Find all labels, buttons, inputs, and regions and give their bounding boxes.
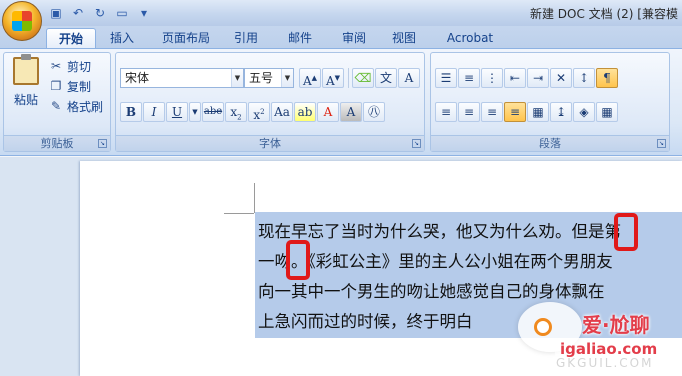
align-right-icon[interactable]: ≡ xyxy=(481,102,503,122)
font-size-combo[interactable]: 五号 ▼ xyxy=(244,68,294,88)
office-button[interactable] xyxy=(2,1,42,41)
sort-icon[interactable]: ↕ xyxy=(573,68,595,88)
chevron-down-icon: ▼ xyxy=(231,69,243,87)
watermark-logo-icon xyxy=(534,318,552,336)
document-line[interactable]: 上急闪而过的时候，终于明白 xyxy=(258,308,473,336)
scissors-icon: ✂ xyxy=(50,59,62,73)
tab-page-layout[interactable]: 页面布局 xyxy=(156,28,216,48)
asian-layout-icon[interactable]: ✕ xyxy=(550,68,572,88)
ribbon: 粘贴 ✂ 剪切 ❐ 复制 ✎ 格式刷 剪贴板 ↘ 宋体 ▼ 五号 ▼ A▲ A▼ xyxy=(0,48,682,156)
clear-format-icon[interactable]: ⌫ xyxy=(352,68,374,88)
increase-indent-icon[interactable]: ⇥ xyxy=(527,68,549,88)
font-group: 宋体 ▼ 五号 ▼ A▲ A▼ ⌫ 文 A B I U ▼ abe x2 x2 … xyxy=(115,52,425,152)
show-marks-icon[interactable]: ¶ xyxy=(596,68,618,88)
title-bar: ▣ ↶ ↻ ▭ ▾ 新建 DOC 文档 (2) [兼容模 xyxy=(0,0,682,26)
tab-acrobat[interactable]: Acrobat xyxy=(440,28,500,48)
copy-icon: ❐ xyxy=(50,79,62,93)
shading-icon[interactable]: ◈ xyxy=(573,102,595,122)
line-spacing-icon[interactable]: ↨ xyxy=(550,102,572,122)
watermark-faint: GKGUIL.COM xyxy=(556,356,654,370)
undo-icon[interactable]: ↶ xyxy=(70,5,86,21)
paragraph-dialog-launcher[interactable]: ↘ xyxy=(657,139,666,148)
italic-icon[interactable]: I xyxy=(143,102,165,122)
red-highlight-box xyxy=(286,240,310,280)
change-case-icon[interactable]: Aa xyxy=(271,102,293,122)
font-extra-tools: ⌫ 文 A xyxy=(352,68,420,88)
customize-qat-icon[interactable]: ▾ xyxy=(136,5,152,21)
font-size-tools: A▲ A▼ xyxy=(299,68,344,88)
shrink-font-icon[interactable]: A▼ xyxy=(322,68,344,88)
tab-home[interactable]: 开始 xyxy=(46,28,96,48)
bold-icon[interactable]: B xyxy=(120,102,142,122)
font-name-combo[interactable]: 宋体 ▼ xyxy=(120,68,244,88)
document-line[interactable]: 现在早忘了当时为什么哭，他又为什么劝。但是第 xyxy=(258,218,621,246)
justify-icon[interactable]: ≡ xyxy=(504,102,526,122)
bullets-icon[interactable]: ☰ xyxy=(435,68,457,88)
chevron-down-icon: ▼ xyxy=(281,69,293,87)
copy-label: 复制 xyxy=(67,79,92,94)
paragraph-group-label: 段落 xyxy=(431,135,669,151)
distribute-icon[interactable]: ▦ xyxy=(527,102,549,122)
enclose-char-icon[interactable]: ㊇ xyxy=(363,102,385,122)
superscript-icon[interactable]: x2 xyxy=(248,102,270,122)
redo-icon[interactable]: ↻ xyxy=(92,5,108,21)
save-icon[interactable]: ▣ xyxy=(48,5,64,21)
char-border-icon[interactable]: A xyxy=(398,68,420,88)
separator xyxy=(348,68,349,88)
page-margin-marker xyxy=(224,213,254,214)
format-painter-button[interactable]: ✎ 格式刷 xyxy=(48,97,103,115)
decrease-indent-icon[interactable]: ⇤ xyxy=(504,68,526,88)
quick-access-toolbar: ▣ ↶ ↻ ▭ ▾ xyxy=(48,4,152,22)
tab-references[interactable]: 引用 xyxy=(228,28,264,48)
grow-font-icon[interactable]: A▲ xyxy=(299,68,321,88)
phonetic-guide-icon[interactable]: 文 xyxy=(375,68,397,88)
subscript-icon[interactable]: x2 xyxy=(225,102,247,122)
window-title: 新建 DOC 文档 (2) [兼容模 xyxy=(529,7,678,21)
numbering-icon[interactable]: ≡ xyxy=(458,68,480,88)
tab-view[interactable]: 视图 xyxy=(386,28,422,48)
strikethrough-icon[interactable]: abe xyxy=(202,102,224,122)
borders-icon[interactable]: ▦ xyxy=(596,102,618,122)
watermark-brand: 爱·尬聊 xyxy=(582,313,650,337)
list-tools: ☰ ≡ ⋮ ⇤ ⇥ ✕ ↕ ¶ xyxy=(435,68,618,88)
font-group-label: 字体 xyxy=(116,135,424,151)
red-highlight-box xyxy=(614,213,638,251)
tab-mailings[interactable]: 邮件 xyxy=(282,28,318,48)
office-logo-icon xyxy=(12,11,32,31)
clipboard-group-label: 剪贴板 xyxy=(4,135,110,151)
tab-insert[interactable]: 插入 xyxy=(104,28,140,48)
brush-icon: ✎ xyxy=(50,99,62,113)
font-color-icon[interactable]: A xyxy=(317,102,339,122)
highlight-icon[interactable]: ab xyxy=(294,102,316,122)
tab-review[interactable]: 审阅 xyxy=(336,28,372,48)
chevron-down-icon[interactable]: ▼ xyxy=(189,102,201,122)
underline-icon[interactable]: U xyxy=(166,102,188,122)
align-left-icon[interactable]: ≡ xyxy=(435,102,457,122)
align-center-icon[interactable]: ≡ xyxy=(458,102,480,122)
page-margin-marker xyxy=(254,183,255,213)
font-size-value: 五号 xyxy=(249,71,274,85)
align-tools: ≡ ≡ ≡ ≡ ▦ ↨ ◈ ▦ xyxy=(435,102,618,122)
copy-button[interactable]: ❐ 复制 xyxy=(48,77,91,95)
paragraph-group: ☰ ≡ ⋮ ⇤ ⇥ ✕ ↕ ¶ ≡ ≡ ≡ ≡ ▦ ↨ ◈ ▦ 段落 ↘ xyxy=(430,52,670,152)
cut-button[interactable]: ✂ 剪切 xyxy=(48,57,91,75)
paste-button[interactable]: 粘贴 xyxy=(8,54,44,123)
char-shading-icon[interactable]: A xyxy=(340,102,362,122)
multilevel-list-icon[interactable]: ⋮ xyxy=(481,68,503,88)
ribbon-tabs: 开始 插入 页面布局 引用 邮件 审阅 视图 Acrobat xyxy=(0,26,682,48)
font-name-value: 宋体 xyxy=(125,71,150,85)
format-painter-label: 格式刷 xyxy=(67,99,104,114)
document-line[interactable]: 一吻。《彩虹公主》里的主人公小姐在两个男朋友 xyxy=(258,248,613,276)
clipboard-icon xyxy=(13,54,39,85)
cut-label: 剪切 xyxy=(67,59,92,74)
clipboard-dialog-launcher[interactable]: ↘ xyxy=(98,139,107,148)
new-doc-icon[interactable]: ▭ xyxy=(114,5,130,21)
font-dialog-launcher[interactable]: ↘ xyxy=(412,139,421,148)
paste-label: 粘贴 xyxy=(13,93,38,107)
clipboard-group: 粘贴 ✂ 剪切 ❐ 复制 ✎ 格式刷 剪贴板 ↘ xyxy=(3,52,111,152)
font-style-tools: B I U ▼ abe x2 x2 Aa ab A A ㊇ xyxy=(120,102,385,122)
